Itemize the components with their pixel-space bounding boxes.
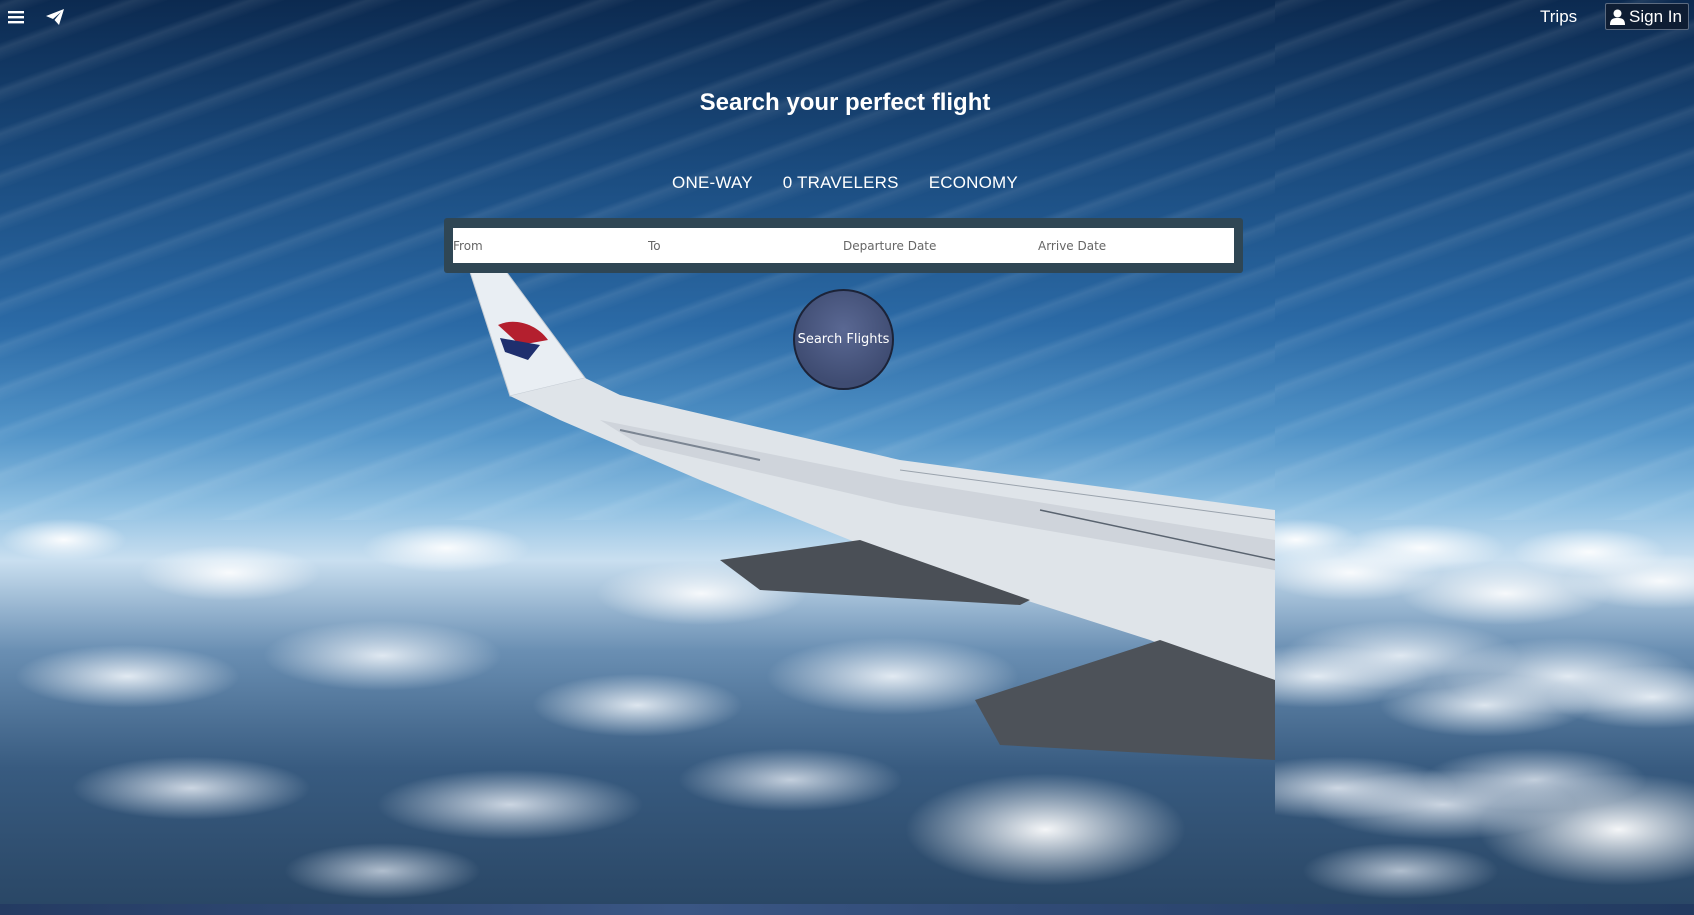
paper-plane-icon[interactable] xyxy=(44,6,66,28)
page: Trips Sign In Search your perfect flight… xyxy=(0,0,1694,915)
departure-date-input[interactable] xyxy=(843,228,1038,263)
menu-icon[interactable] xyxy=(5,6,27,28)
trip-type-selector[interactable]: ONE-WAY xyxy=(672,173,753,193)
search-options: ONE-WAY 0 TRAVELERS ECONOMY xyxy=(0,173,1690,193)
to-input[interactable] xyxy=(648,228,843,263)
airplane-wing-image xyxy=(469,269,1275,760)
cabin-class-selector[interactable]: ECONOMY xyxy=(929,173,1018,193)
travelers-selector[interactable]: 0 TRAVELERS xyxy=(783,173,899,193)
arrive-date-input[interactable] xyxy=(1038,228,1233,263)
side-background xyxy=(1275,0,1694,904)
hero-background xyxy=(0,0,1275,904)
search-panel xyxy=(444,218,1243,273)
hamburger-icon xyxy=(8,11,24,24)
user-icon xyxy=(1610,9,1625,25)
trips-link[interactable]: Trips xyxy=(1540,7,1577,27)
search-fields xyxy=(453,228,1234,263)
sign-in-button[interactable]: Sign In xyxy=(1605,3,1689,30)
cloud-layer-side xyxy=(1275,490,1694,904)
from-input[interactable] xyxy=(453,228,648,263)
search-flights-button[interactable]: Search Flights xyxy=(793,289,894,390)
footer-strip xyxy=(0,904,1694,915)
sign-in-label: Sign In xyxy=(1629,6,1682,26)
page-title: Search your perfect flight xyxy=(699,89,991,116)
